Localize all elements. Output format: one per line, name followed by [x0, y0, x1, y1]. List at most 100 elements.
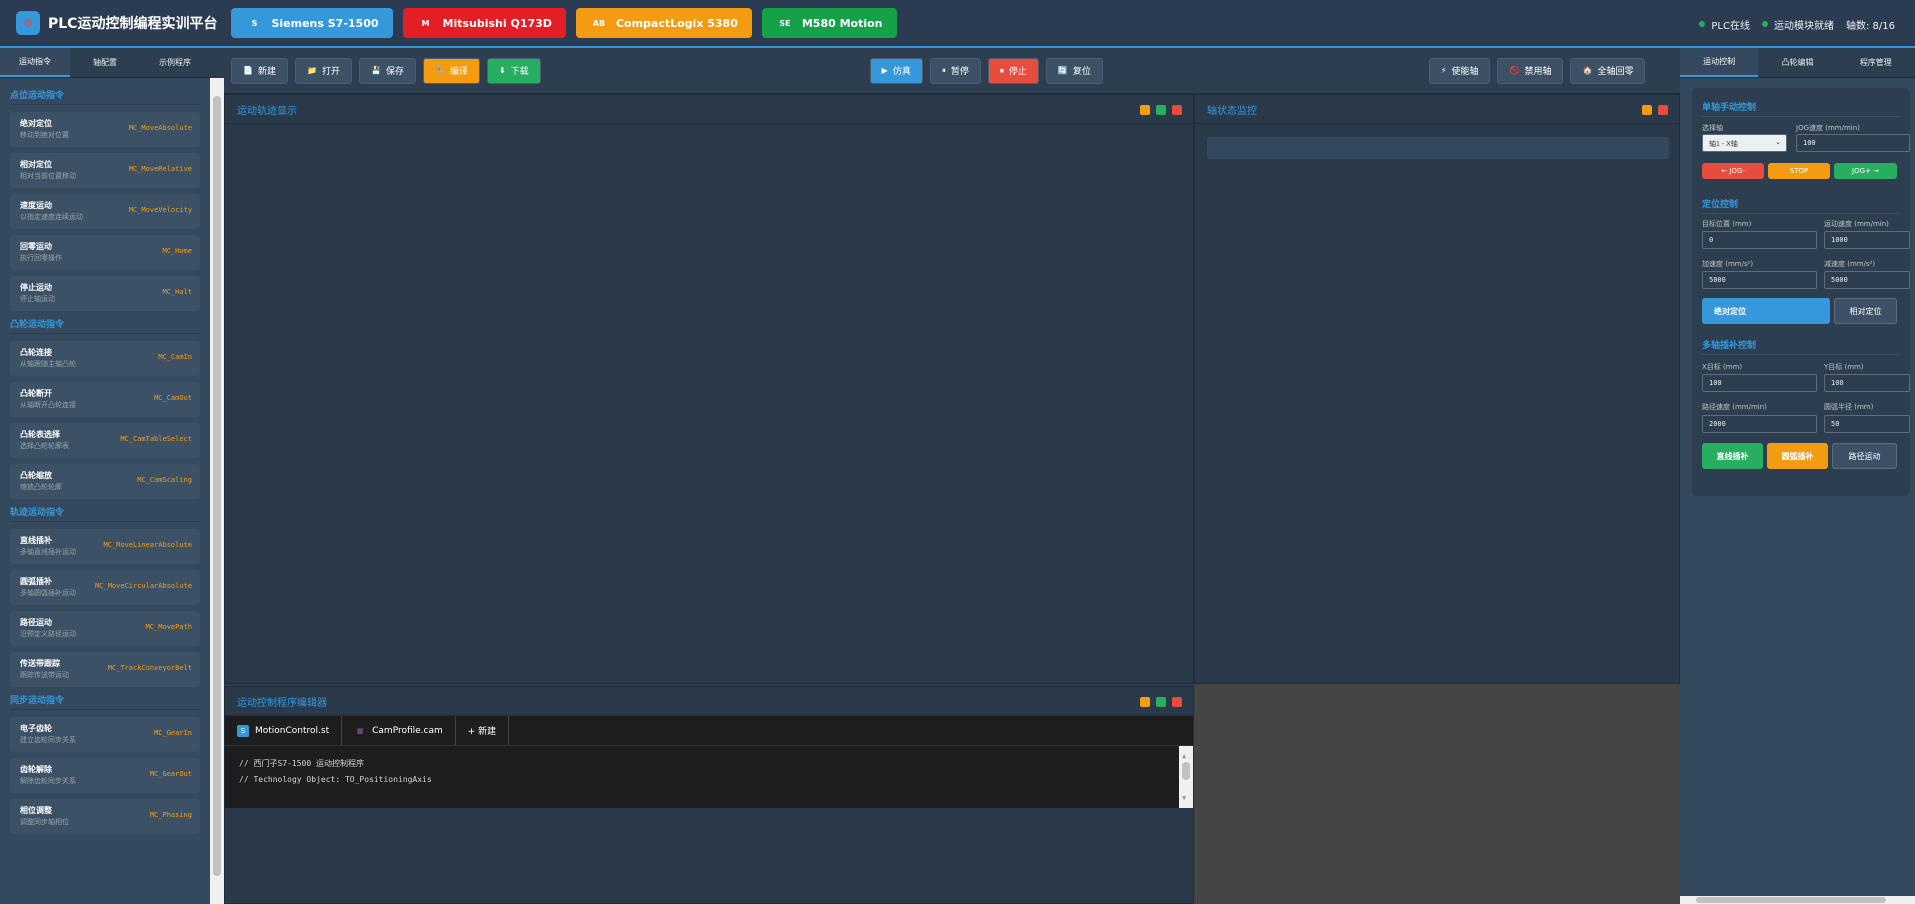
horizontal-scrollbar[interactable]	[1680, 896, 1915, 904]
file-button-2[interactable]: 💾 保存	[358, 57, 416, 84]
axis-monitor-panel: 轴状态监控	[1194, 94, 1680, 684]
sim-button-2[interactable]: ⏹ 停止	[987, 57, 1039, 84]
instruction-code: MC_MoveRelative	[128, 165, 192, 173]
deceleration-input[interactable]: 5000	[1824, 271, 1910, 289]
file-button-1[interactable]: 📁 打开	[294, 57, 352, 84]
instruction-item[interactable]: 凸轮表选择 选择凸轮轮廓表 MC_CamTableSelect	[10, 423, 200, 458]
platform-button-2[interactable]: AB CompactLogix 5380	[575, 8, 752, 38]
scrollbar-thumb[interactable]	[213, 96, 221, 876]
instruction-item[interactable]: 凸轮缩放 缩放凸轮轮廓 MC_CamScaling	[10, 464, 200, 499]
status-bar: PLC在线 运动模块就绪 轴数: 8/16	[1687, 0, 1895, 48]
maximize-icon[interactable]	[1156, 105, 1166, 115]
tab-motion-control[interactable]: 运动控制	[1680, 48, 1759, 77]
file-button-0[interactable]: 📄 新建	[231, 57, 288, 84]
linear-interpolation-button[interactable]: 直线插补	[1702, 443, 1763, 469]
editor-tab-label: CamProfile.cam	[372, 725, 443, 736]
instruction-item[interactable]: 齿轮解除 解除齿轮同步关系 MC_GearOut	[10, 758, 200, 793]
sidebar-scrollbar[interactable]	[210, 78, 224, 904]
minimize-icon[interactable]	[1140, 697, 1150, 707]
path-speed-input[interactable]: 2000	[1702, 415, 1817, 433]
jog-plus-button[interactable]: JOG+ →	[1834, 163, 1897, 179]
instruction-code: MC_CamTableSelect	[120, 435, 192, 443]
target-position-input[interactable]: 0	[1702, 231, 1817, 249]
editor-tab-0[interactable]: S MotionControl.st	[225, 716, 343, 745]
instruction-item[interactable]: 相对定位 相对当前位置移动 MC_MoveRelative	[10, 153, 200, 188]
minimize-icon[interactable]	[1140, 105, 1150, 115]
close-icon[interactable]	[1658, 105, 1668, 115]
instruction-item[interactable]: 凸轮断开 从轴断开凸轮连接 MC_CamOut	[10, 382, 200, 417]
file-icon: S	[237, 724, 249, 737]
toolbar-label: 暂停	[950, 67, 969, 77]
arc-radius-input[interactable]: 50	[1824, 415, 1910, 433]
instruction-item[interactable]: 凸轮连接 从轴跟随主轴凸轮 MC_CamIn	[10, 341, 200, 376]
instruction-item[interactable]: 绝对定位 移动到绝对位置 MC_MoveAbsolute	[10, 112, 200, 147]
file-button-4[interactable]: ⬇ 下载	[486, 57, 541, 84]
instruction-item[interactable]: 电子齿轮 建立齿轮同步关系 MC_GearIn	[10, 717, 200, 752]
y-target-input[interactable]: 100	[1824, 374, 1910, 392]
sim-button-0[interactable]: ▶ 仿真	[869, 57, 923, 84]
tab-example-programs[interactable]: 示例程序	[140, 48, 210, 77]
relative-position-button[interactable]: 相对定位	[1834, 298, 1897, 324]
editor-scrollbar[interactable]: ▲ ▼	[1179, 746, 1193, 808]
scrollbar-thumb[interactable]	[1696, 897, 1886, 903]
tab-program-manager[interactable]: 程序管理	[1837, 48, 1915, 77]
code-editor[interactable]: // 西门子S7-1500 运动控制程序 // Technology Objec…	[225, 746, 1193, 808]
platform-button-1[interactable]: M Mitsubishi Q173D	[402, 8, 566, 38]
instruction-item[interactable]: 速度运动 以指定速度连续运动 MC_MoveVelocity	[10, 194, 200, 229]
instruction-code: MC_MoveLinearAbsolute	[103, 541, 192, 549]
jog-minus-button[interactable]: ← JOG-	[1702, 163, 1764, 179]
path-speed-label: 路径速度 (mm/min)	[1702, 403, 1767, 411]
jog-speed-input[interactable]: 100	[1796, 134, 1910, 152]
acceleration-input[interactable]: 5000	[1702, 271, 1817, 289]
close-icon[interactable]	[1172, 697, 1182, 707]
axis-button-2[interactable]: 🏠 全轴回零	[1570, 57, 1646, 84]
tab-cam-editor[interactable]: 凸轮编辑	[1758, 48, 1836, 77]
scroll-down-icon[interactable]: ▼	[1182, 790, 1186, 806]
interpolation-title: 多轴插补控制	[1702, 338, 1900, 355]
trajectory-panel-title: 运动轨迹显示	[225, 95, 1193, 124]
instruction-code: MC_CamScaling	[137, 476, 192, 484]
editor-tab-2[interactable]: + 新建	[456, 716, 510, 745]
toolbar-label: 禁用轴	[1524, 67, 1552, 77]
toolbar-icon: 📁	[306, 66, 317, 75]
circular-interpolation-button[interactable]: 圆弧插补	[1767, 443, 1828, 469]
maximize-icon[interactable]	[1156, 697, 1166, 707]
file-button-3[interactable]: 🔧 编译	[422, 57, 480, 84]
axis-select[interactable]: 轴1 - X轴 ⌄	[1702, 134, 1787, 152]
instruction-item[interactable]: 相位调整 调整同步轴相位 MC_Phasing	[10, 799, 200, 834]
sim-button-3[interactable]: 🔄 复位	[1045, 57, 1103, 84]
trajectory-panel: 运动轨迹显示	[224, 94, 1194, 684]
program-editor-panel: 运动控制程序编辑器 S MotionControl.st ▦ CamProfile.c…	[224, 686, 1194, 904]
instruction-code: MC_Halt	[162, 288, 192, 296]
axis-button-0[interactable]: ⚡ 使能轴	[1428, 57, 1491, 84]
instruction-item[interactable]: 路径运动 沿预定义路径运动 MC_MovePath	[10, 611, 200, 646]
platform-selector: S Siemens S7-1500 M Mitsubishi Q173D AB Compa…	[231, 8, 906, 38]
x-target-input[interactable]: 100	[1702, 374, 1817, 392]
instruction-item[interactable]: 传送带跟踪 跟踪传送带运动 MC_TrackConveyorBelt	[10, 652, 200, 687]
instruction-item[interactable]: 回零运动 执行回零操作 MC_Home	[10, 235, 200, 270]
platform-button-0[interactable]: S Siemens S7-1500	[231, 8, 393, 38]
editor-tab-1[interactable]: ▦ CamProfile.cam	[342, 716, 456, 745]
instruction-item[interactable]: 圆弧插补 多轴圆弧插补运动 MC_MoveCircularAbsolute	[10, 570, 200, 605]
absolute-position-button[interactable]: 绝对定位	[1702, 298, 1830, 324]
path-motion-button[interactable]: 路径运动	[1832, 443, 1897, 469]
minimize-icon[interactable]	[1642, 105, 1652, 115]
scrollbar-thumb[interactable]	[1182, 762, 1190, 780]
toolbar-label: 打开	[321, 67, 340, 77]
close-icon[interactable]	[1172, 105, 1182, 115]
move-speed-input[interactable]: 1000	[1824, 231, 1910, 249]
toolbar-label: 编译	[449, 67, 468, 77]
toolbar-label: 使能轴	[1451, 67, 1479, 77]
stop-button[interactable]: STOP	[1768, 163, 1830, 179]
tab-axis-config[interactable]: 轴配置	[70, 48, 140, 77]
toolbar-icon: 🔄	[1057, 66, 1068, 75]
sim-button-1[interactable]: ⏸ 暂停	[929, 57, 981, 84]
instruction-item[interactable]: 直线插补 多轴直线插补运动 MC_MoveLinearAbsolute	[10, 529, 200, 564]
axis-select-label: 选择轴	[1702, 124, 1723, 132]
tab-motion-instructions[interactable]: 运动指令	[0, 48, 70, 77]
section-title: 点位运动指令	[10, 88, 200, 105]
axis-button-1[interactable]: 🚫 禁用轴	[1497, 57, 1564, 84]
jog-speed-label: JOG速度 (mm/min)	[1796, 124, 1860, 132]
platform-button-3[interactable]: SE M580 Motion	[761, 8, 897, 38]
instruction-item[interactable]: 停止运动 停止轴运动 MC_Halt	[10, 276, 200, 311]
